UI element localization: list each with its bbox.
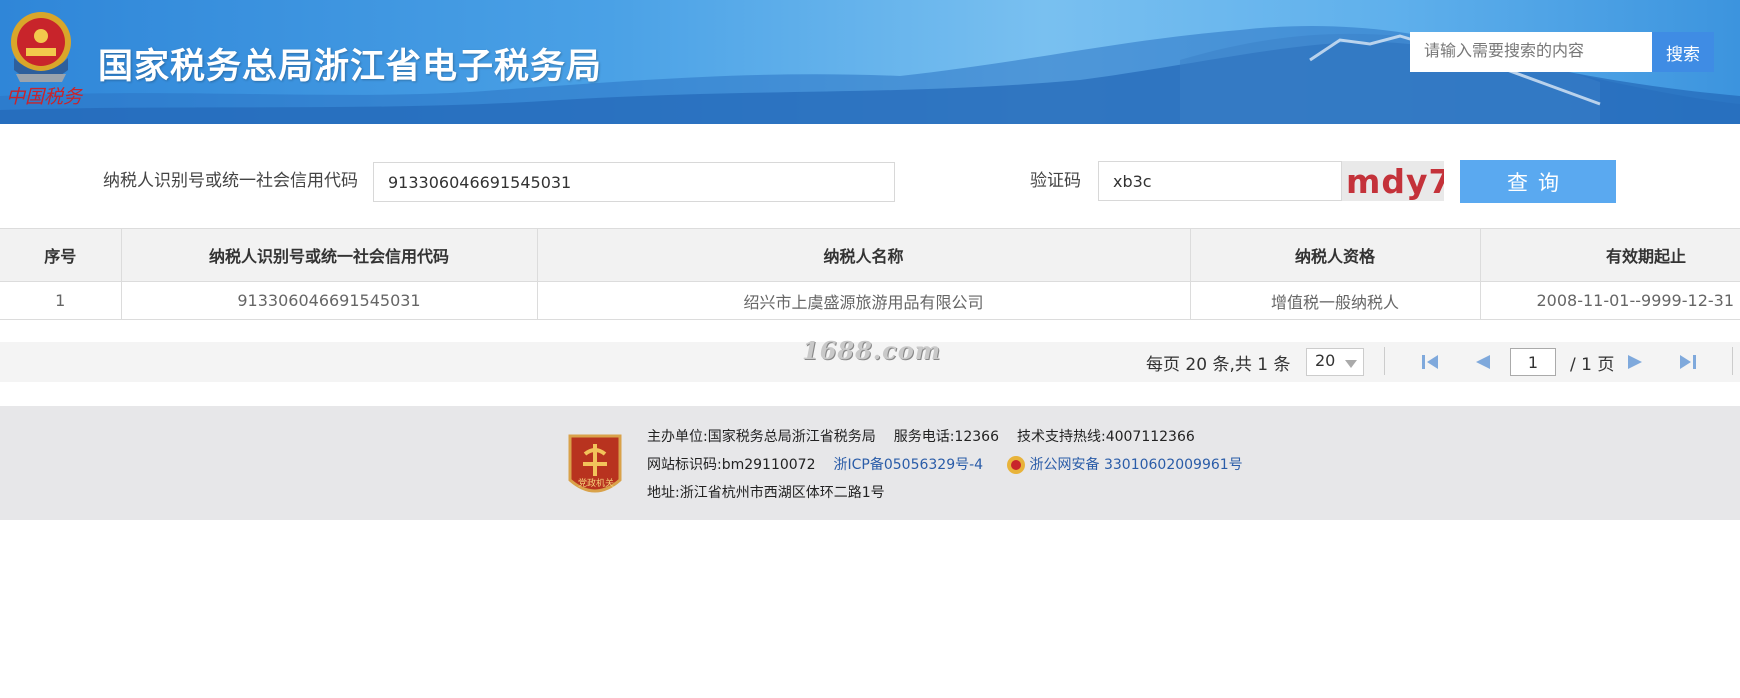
captcha-image[interactable]: mdy7	[1342, 161, 1444, 201]
pager-divider	[1384, 347, 1385, 375]
chevron-down-icon	[1345, 360, 1357, 368]
table-header-row: 序号 纳税人识别号或统一社会信用代码 纳税人名称 纳税人资格 有效期起止	[0, 228, 1740, 282]
site-footer: 党政机关 主办单位:国家税务总局浙江省税务局 服务电话:12366 技术支持热线:4…	[0, 406, 1740, 520]
site-title: 国家税务总局浙江省电子税务局	[98, 47, 603, 87]
col-header-taxpayer-name: 纳税人名称	[537, 228, 1191, 282]
next-page-icon[interactable]	[1626, 353, 1646, 371]
site-code: 网站标识码:bm29110072	[647, 457, 816, 473]
page-info-text: 每页 20 条,共 1 条	[1146, 355, 1291, 375]
page-size-value: 20	[1315, 351, 1336, 370]
first-page-icon[interactable]	[1420, 353, 1440, 371]
cell-qualification: 增值税一般纳税人	[1190, 281, 1481, 320]
taxpayer-id-input[interactable]	[373, 162, 895, 202]
watermark-text: 1688.com	[802, 336, 942, 365]
captcha-image-text: mdy7	[1346, 162, 1444, 201]
query-button[interactable]: 查询	[1460, 160, 1616, 203]
result-table: 序号 纳税人识别号或统一社会信用代码 纳税人名称 纳税人资格 有效期起止 1 9…	[0, 228, 1740, 320]
icp-link[interactable]: 浙ICP备05056329号-4	[834, 457, 984, 473]
support-hotline: 技术支持热线:4007112366	[1016, 429, 1195, 445]
footer-line-1: 主办单位:国家税务总局浙江省税务局 服务电话:12366 技术支持热线:400711…	[647, 426, 1195, 446]
captcha-label: 验证码	[1030, 171, 1081, 191]
service-phone: 服务电话:12366	[893, 429, 999, 445]
footer-line-2: 网站标识码:bm29110072 浙ICP备05056329号-4 浙公网安备 3…	[647, 454, 1243, 475]
host-value: 国家税务总局浙江省税务局	[707, 429, 876, 445]
cell-taxpayer-id: 913306046691545031	[121, 281, 538, 320]
site-search-button[interactable]: 搜索	[1652, 32, 1714, 72]
host-label: 主办单位:	[647, 429, 708, 445]
police-record-link[interactable]: 浙公网安备 33010602009961号	[1030, 457, 1243, 473]
site-header: 中国税务 国家税务总局浙江省电子税务局 搜索	[0, 0, 1740, 124]
col-header-taxpayer-id: 纳税人识别号或统一社会信用代码	[121, 228, 538, 282]
badge-label: 党政机关	[577, 479, 614, 489]
table-row: 1 913306046691545031 绍兴市上虞盛源旅游用品有限公司 增值税…	[0, 281, 1740, 320]
pager-divider	[1732, 347, 1733, 375]
address-text: 地址:浙江省杭州市西湖区体环二路1号	[647, 485, 885, 501]
col-header-index: 序号	[0, 228, 122, 282]
party-gov-badge-icon[interactable]	[566, 430, 624, 502]
col-header-qualification: 纳税人资格	[1190, 228, 1481, 282]
taxpayer-id-label: 纳税人识别号或统一社会信用代码	[103, 171, 358, 191]
cell-index: 1	[0, 281, 122, 320]
total-pages-text: / 1 页	[1570, 355, 1615, 375]
query-form: 纳税人识别号或统一社会信用代码 验证码 mdy7 查询	[0, 124, 1740, 228]
col-header-validity: 有效期起止	[1480, 228, 1740, 282]
captcha-input[interactable]	[1098, 161, 1342, 201]
emblem-caption: 中国税务	[6, 86, 83, 108]
cell-validity: 2008-11-01--9999-12-31	[1480, 281, 1740, 320]
page-size-select[interactable]: 20	[1306, 348, 1364, 376]
site-search-input[interactable]	[1410, 32, 1653, 72]
police-badge-icon	[1006, 456, 1025, 474]
last-page-icon[interactable]	[1678, 353, 1698, 371]
previous-page-icon[interactable]	[1472, 353, 1492, 371]
current-page-input[interactable]	[1510, 348, 1556, 376]
cell-taxpayer-name: 绍兴市上虞盛源旅游用品有限公司	[537, 281, 1191, 320]
